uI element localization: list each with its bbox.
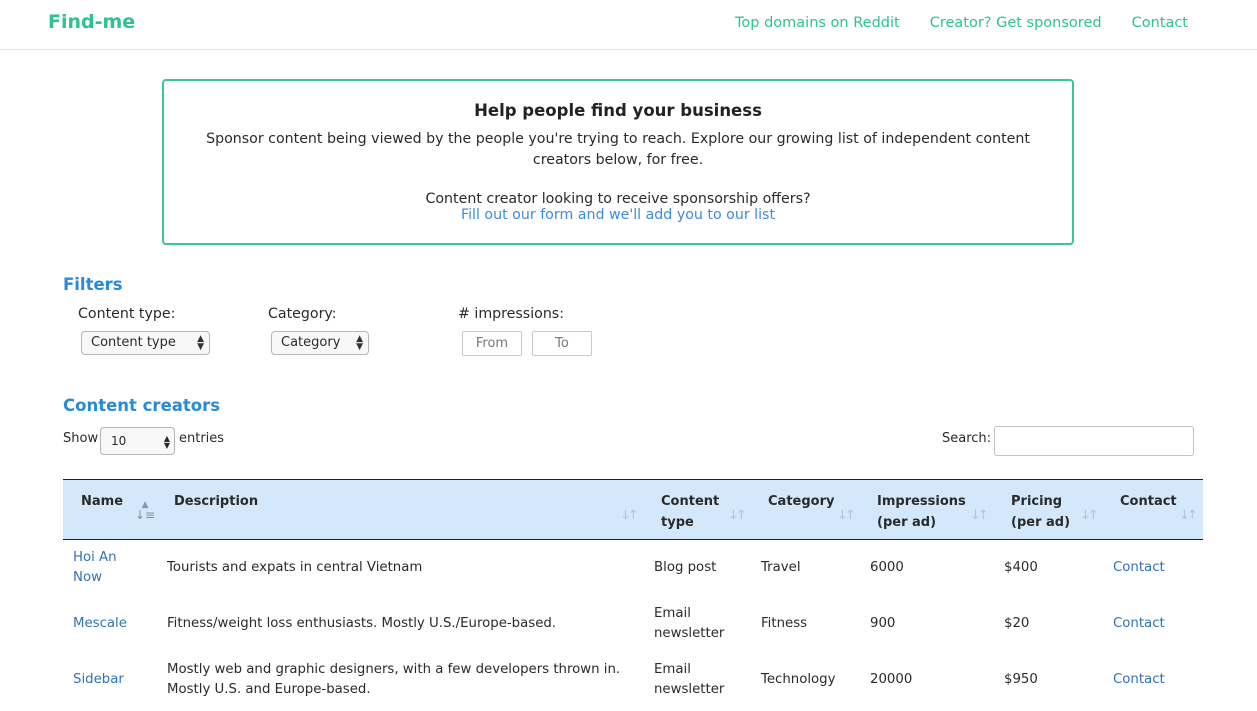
table-row: Mescale Fitness/weight loss enthusiasts.… [63,596,1203,652]
table-row: Sidebar Mostly web and graphic designers… [63,652,1203,708]
nav-link-top-domains[interactable]: Top domains on Reddit [735,15,900,31]
impressions-to-input[interactable]: To [532,331,592,356]
content-type-line: newsletter [654,626,725,641]
creator-name-link[interactable]: Mescale [73,614,127,634]
creator-content-type: Blog post [654,560,717,575]
creator-impressions: 6000 [870,560,904,575]
sort-icon[interactable]: ↓↑ [970,508,989,523]
sort-icon[interactable]: ↓↑ [728,508,747,523]
column-header-content-type[interactable]: Content type [661,491,719,533]
column-header-category[interactable]: Category [768,491,834,512]
creator-impressions: 20000 [870,672,913,687]
select-arrows-icon: ▲ ▼ [163,434,170,450]
entries-label: entries [179,431,225,446]
creator-impressions: 900 [870,616,896,631]
creator-pricing: $20 [1004,616,1030,631]
column-header-pricing[interactable]: Pricing (per ad) [1011,491,1070,533]
column-header-line: (per ad) [1011,515,1071,530]
nav-links: Top domains on Reddit Creator? Get spons… [735,15,1188,31]
creator-pricing: $950 [1004,672,1038,687]
search-input[interactable] [994,426,1194,456]
select-arrows-icon: ▲ ▼ [197,334,204,352]
creator-description: Fitness/weight loss enthusiasts. Mostly … [167,616,557,631]
description-line: Mostly U.S. and Europe-based. [167,682,371,697]
category-label: Category: [268,306,337,322]
nav-link-contact[interactable]: Contact [1132,15,1188,31]
creator-description: Mostly web and graphic designers, with a… [167,660,620,700]
sort-icon[interactable]: ↓↑ [837,508,856,523]
content-type-select-value: Content type [91,335,176,350]
sort-icon[interactable]: ↓↑ [1080,508,1099,523]
column-header-name[interactable]: Name [81,491,123,512]
creator-name-line: Now [73,570,102,585]
content-type-select[interactable]: Content type ▲ ▼ [81,331,210,355]
category-select[interactable]: Category ▲ ▼ [271,331,369,355]
brand-logo[interactable]: Find-me [48,11,135,33]
creator-pricing: $400 [1004,560,1038,575]
column-header-contact[interactable]: Contact [1120,491,1177,512]
sort-ascending-icon[interactable]: ▲ ↓≡ [135,500,155,522]
signup-form-link[interactable]: Fill out our form and we'll add you to o… [164,207,1072,223]
column-header-line: type [661,515,694,530]
sort-icon[interactable]: ↓↑ [1179,508,1198,523]
impressions-from-input[interactable]: From [462,331,522,356]
nav-link-get-sponsored[interactable]: Creator? Get sponsored [930,15,1102,31]
column-header-line: (per ad) [877,515,937,530]
entries-per-page-select[interactable]: 10 ▲ ▼ [100,427,175,455]
column-header-line: Impressions [877,494,966,509]
search-label: Search: [942,431,992,446]
category-select-value: Category [281,335,341,350]
show-label: Show [63,431,99,446]
column-header-line: Content [661,494,720,509]
creator-category: Technology [761,672,836,687]
creator-description: Tourists and expats in central Vietnam [167,560,423,575]
column-header-description[interactable]: Description [174,491,258,512]
top-navbar: Find-me Top domains on Reddit Creator? G… [0,0,1257,50]
creator-contact-link[interactable]: Contact [1113,558,1165,578]
creator-content-type: Email newsletter [654,660,724,700]
promo-box: Help people find your business Sponsor c… [162,79,1074,245]
promo-title: Help people find your business [474,101,762,120]
column-header-impressions[interactable]: Impressions (per ad) [877,491,966,533]
content-creators-title: Content creators [63,396,221,415]
description-line: Mostly web and graphic designers, with a… [167,662,621,677]
entries-per-page-value: 10 [111,434,127,448]
creator-contact-link[interactable]: Contact [1113,670,1165,690]
creator-name-link[interactable]: Hoi An Now [73,548,117,588]
creator-category: Travel [761,560,801,575]
promo-text: Sponsor content being viewed by the peop… [206,131,1030,168]
creator-contact-link[interactable]: Contact [1113,614,1165,634]
content-type-label: Content type: [78,306,176,322]
select-arrows-icon: ▲ ▼ [356,334,363,352]
creator-name-line: Hoi An [73,550,117,565]
column-header-line: Pricing [1011,494,1063,509]
sort-icon[interactable]: ↓↑ [620,508,639,523]
table-row: Hoi An Now Tourists and expats in centra… [63,540,1203,596]
filters-title: Filters [63,275,123,294]
table-header: Name ▲ ↓≡ Description ↓↑ Content type ↓↑ … [63,479,1203,540]
content-type-line: Email [654,662,691,677]
creator-category: Fitness [761,616,808,631]
creator-content-type: Email newsletter [654,604,724,644]
promo-question: Content creator looking to receive spons… [425,191,811,207]
impressions-label: # impressions: [458,306,564,322]
content-type-line: newsletter [654,682,725,697]
creator-name-link[interactable]: Sidebar [73,670,124,690]
content-type-line: Email [654,606,691,621]
